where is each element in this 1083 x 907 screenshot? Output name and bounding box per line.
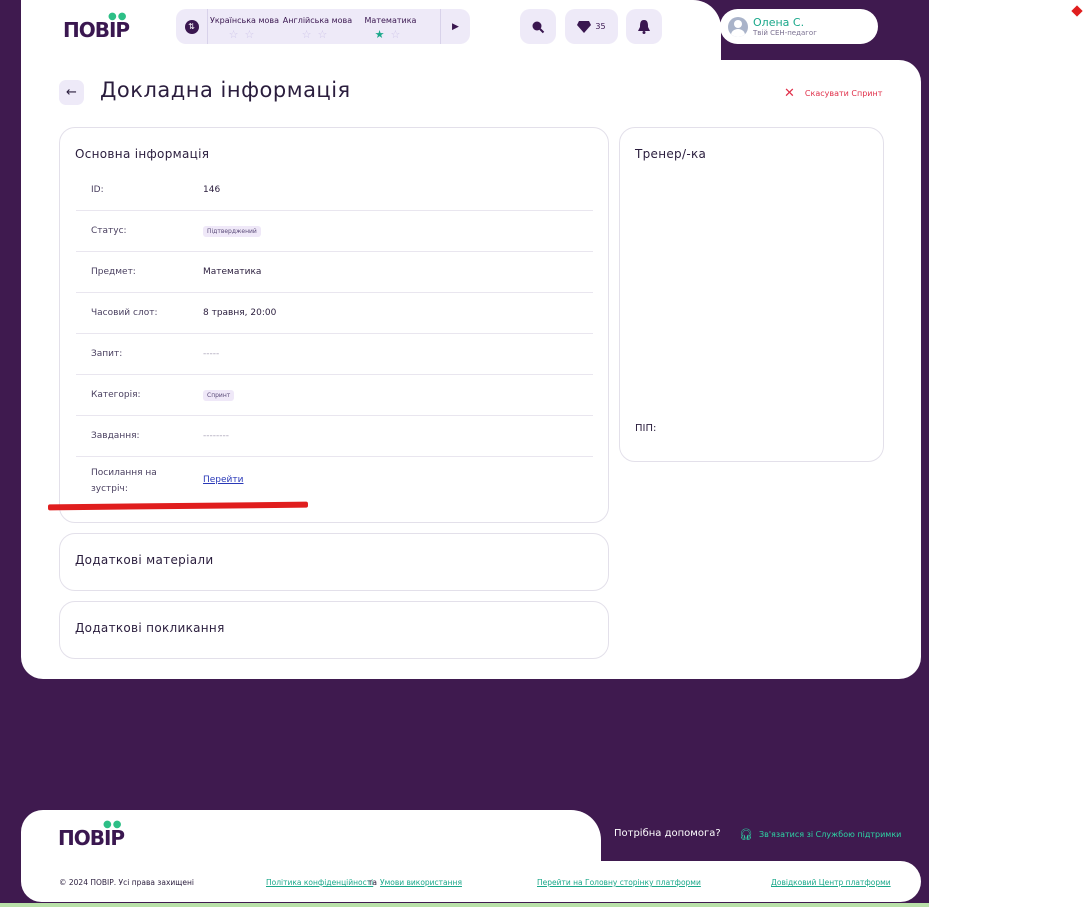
page-title: Докладна інформація [100, 78, 351, 102]
subject-label: Англійська мова [282, 15, 353, 25]
gems-count: 35 [595, 22, 606, 31]
help-center-link[interactable]: Довідковий Центр платформи [771, 878, 891, 887]
info-label: Посилання на зустріч: [91, 468, 157, 494]
info-value: -------- [203, 431, 229, 441]
logo-dots: ●● [108, 11, 128, 22]
subject-ukrainian[interactable]: Українська мова ☆☆ [208, 13, 281, 41]
subject-stars: ☆☆ [281, 28, 354, 41]
user-name: Олена С. [753, 16, 805, 29]
arrow-left-icon: ← [66, 85, 77, 100]
support-link[interactable]: 🎧︎ Зв'язатися зі Службою підтримки [739, 828, 901, 841]
info-row-id: ID: 146 [76, 170, 593, 211]
avatar-icon [728, 16, 748, 37]
marker-icon [1071, 5, 1083, 17]
info-row-meeting-link: Посилання на зустріч: Перейти [76, 457, 593, 507]
user-menu[interactable]: Олена С. Твій СЕН-педагог [720, 9, 878, 44]
star-icon: ☆ [228, 27, 245, 41]
subject-english[interactable]: Англійська мова ☆☆ [281, 13, 354, 41]
footer-separator: та [368, 878, 377, 887]
headset-icon: 🎧︎ [739, 828, 753, 841]
privacy-link[interactable]: Політика конфіденційності [266, 878, 373, 887]
category-badge: Спринт [203, 390, 235, 401]
status-badge: Підтверджений [203, 226, 261, 237]
gems-button[interactable]: 35 [565, 9, 618, 44]
next-subjects-button[interactable]: ▶ [440, 9, 470, 44]
home-link[interactable]: Перейти на Головну сторінку платформи [537, 878, 701, 887]
switch-icon: ⇅ [184, 19, 199, 34]
subject-stars: ☆☆ [208, 28, 281, 41]
subject-label: Математика [364, 15, 417, 25]
star-icon: ☆ [301, 27, 318, 41]
info-label: Предмет: [91, 267, 136, 277]
bell-icon [638, 19, 650, 34]
card-title: Додаткові матеріали [75, 553, 214, 567]
trainer-card: Тренер/-ка ПІП: [619, 127, 884, 462]
help-text: Потрібна допомога? [614, 828, 721, 839]
star-icon: ☆ [317, 27, 334, 41]
support-label: Зв'язатися зі Службою підтримки [758, 830, 902, 839]
search-button[interactable] [520, 9, 556, 44]
info-label: Часовий слот: [91, 308, 158, 318]
basic-info-card: Основна інформація ID: 146 Статус: Підтв… [59, 127, 609, 523]
status-tag: Підтверджений [203, 226, 261, 237]
search-icon [532, 21, 545, 33]
card-title: Додаткові покликання [75, 621, 225, 635]
star-icon: ☆ [244, 27, 261, 41]
footer-logo[interactable]: ●● ПОВІР [58, 819, 125, 850]
extra-materials-card[interactable]: Додаткові матеріали [59, 533, 609, 591]
info-label: ID: [91, 185, 104, 195]
card-title: Тренер/-ка [635, 147, 707, 161]
info-label: Запит: [91, 349, 123, 359]
info-row-category: Категорія: Спринт [76, 375, 593, 416]
gem-icon [577, 20, 592, 33]
subject-switcher: ⇅ Українська мова ☆☆ Англійська мова ☆☆ … [176, 9, 470, 44]
category-tag: Спринт [203, 390, 235, 401]
extra-calls-card[interactable]: Додаткові покликання [59, 601, 609, 659]
user-role: Твій СЕН-педагог [753, 29, 817, 37]
copyright: © 2024 ПОВІР. Усі права захищені [59, 878, 194, 887]
chevron-right-icon: ▶ [452, 21, 459, 32]
info-label: Категорія: [91, 390, 141, 400]
info-row-subject: Предмет: Математика [76, 252, 593, 293]
info-label: Завдання: [91, 431, 140, 441]
info-row-status: Статус: Підтверджений [76, 211, 593, 252]
info-value: 8 травня, 20:00 [203, 308, 277, 318]
info-label: Статус: [91, 226, 127, 236]
card-title: Основна інформація [75, 147, 210, 161]
cancel-sprint-button[interactable]: ✕ Скасувати Спринт [784, 86, 882, 101]
info-row-task: Завдання: -------- [76, 416, 593, 457]
star-filled-icon: ★ [374, 27, 391, 41]
close-icon: ✕ [784, 86, 795, 101]
bottom-strip [0, 903, 929, 907]
subject-stars: ★☆ [354, 28, 427, 41]
notifications-button[interactable] [626, 9, 662, 44]
subject-label: Українська мова [209, 15, 280, 25]
cancel-sprint-label: Скасувати Спринт [804, 89, 883, 98]
terms-link[interactable]: Умови використання [380, 878, 462, 887]
logo-dots: ●● [103, 819, 123, 830]
trainer-name-label: ПІП: [635, 423, 657, 434]
meeting-link[interactable]: Перейти [203, 475, 244, 485]
info-value: 146 [203, 185, 221, 195]
logo[interactable]: ●● ПОВІР [63, 11, 130, 42]
subject-math[interactable]: Математика ★☆ [354, 13, 427, 41]
info-value: Математика [203, 267, 262, 277]
info-value: ----- [203, 349, 220, 359]
star-icon: ☆ [390, 27, 407, 41]
info-row-timeslot: Часовий слот: 8 травня, 20:00 [76, 293, 593, 334]
back-button[interactable]: ← [59, 80, 84, 105]
info-row-request: Запит: ----- [76, 334, 593, 375]
switch-subject-button[interactable]: ⇅ [176, 9, 208, 44]
